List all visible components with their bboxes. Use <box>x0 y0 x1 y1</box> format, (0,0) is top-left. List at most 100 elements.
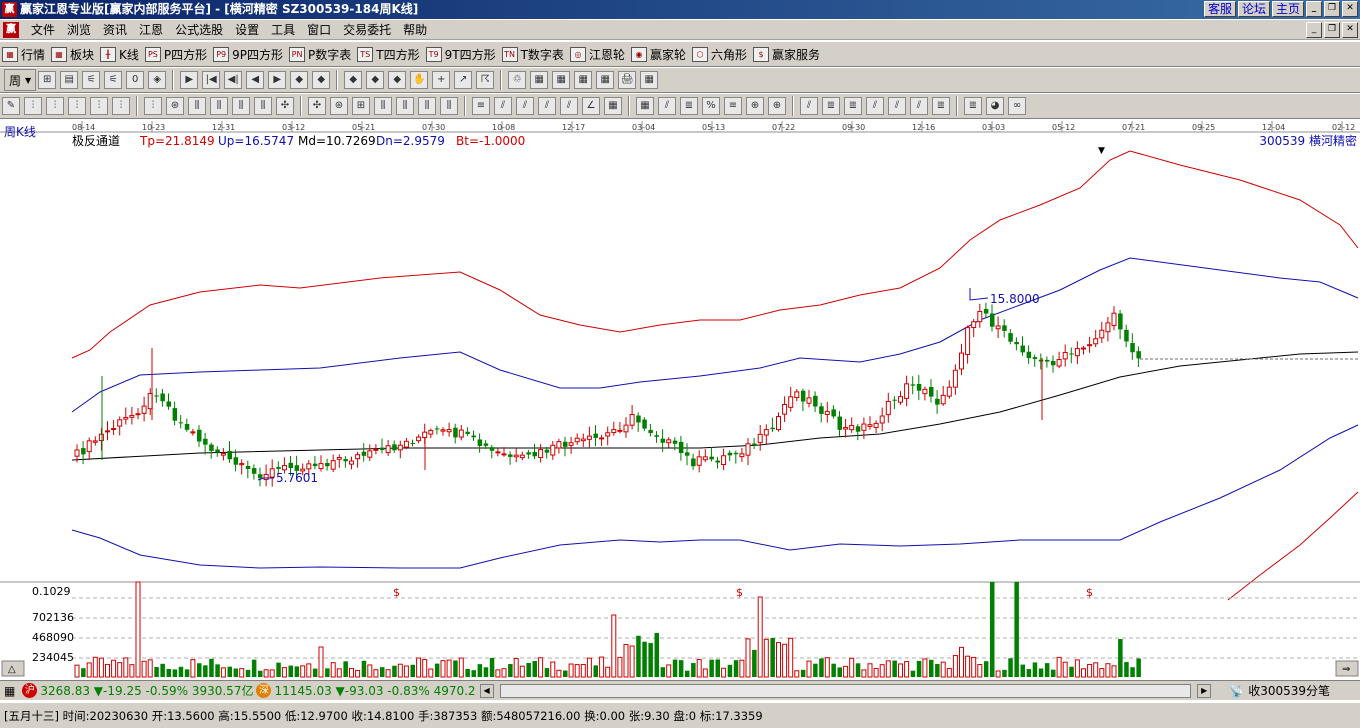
toolbar-item-7[interactable]: T9 9T四方形 <box>424 43 500 65</box>
toolbar2-tool-5-icon[interactable]: ◈ <box>148 71 167 89</box>
toolbar3-tool-2-icon[interactable]: ⫶ <box>46 97 64 115</box>
service-link[interactable]: 客服 <box>1203 1 1236 17</box>
toolbar-item-10[interactable]: ◉ 赢家轮 <box>629 43 690 65</box>
toolbar-item-6[interactable]: TS T四方形 <box>355 43 423 65</box>
toolbar3-tool-20-icon[interactable]: ≡ <box>472 97 490 115</box>
toolbar3-tool-33-icon[interactable]: ⊕ <box>768 97 786 115</box>
toolbar3-tool-9-icon[interactable]: ⫼ <box>210 97 228 115</box>
forum-link[interactable]: 论坛 <box>1237 1 1270 17</box>
toolbar2-tool-14-icon[interactable]: ◆ <box>366 71 385 89</box>
toolbar-item-5[interactable]: PN P数字表 <box>287 43 355 65</box>
toolbar2-tool-18-icon[interactable]: ↗ <box>454 71 473 89</box>
toolbar3-tool-1-icon[interactable]: ⫶ <box>24 97 42 115</box>
toolbar-item-11[interactable]: ⬡ 六角形 <box>690 43 751 65</box>
minimize-icon[interactable]: _ <box>1306 1 1322 17</box>
toolbar3-tool-35-icon[interactable]: ≣ <box>822 97 840 115</box>
toolbar3-tool-8-icon[interactable]: ⫼ <box>188 97 206 115</box>
home-link[interactable]: 主页 <box>1271 1 1304 17</box>
toolbar2-tool-16-icon[interactable]: ✋ <box>410 71 429 89</box>
toolbar3-tool-29-icon[interactable]: ≣ <box>680 97 698 115</box>
toolbar2-tool-15-icon[interactable]: ◆ <box>388 71 407 89</box>
toolbar3-tool-5-icon[interactable]: ⫶ <box>112 97 130 115</box>
toolbar2-tool-0-icon[interactable]: ⊞ <box>38 71 57 89</box>
toolbar3-tool-27-icon[interactable]: ▦ <box>636 97 654 115</box>
toolbar3-tool-28-icon[interactable]: ⫽ <box>658 97 676 115</box>
toolbar-item-3[interactable]: PS P四方形 <box>143 43 211 65</box>
toolbar3-tool-38-icon[interactable]: ⫽ <box>888 97 906 115</box>
toolbar2-tool-13-icon[interactable]: ◆ <box>344 71 363 89</box>
toolbar2-tool-26-icon[interactable]: ▦ <box>640 71 659 89</box>
toolbar3-tool-11-icon[interactable]: ⫼ <box>254 97 272 115</box>
toolbar3-tool-43-icon[interactable]: ∞ <box>1008 97 1026 115</box>
toolbar2-tool-19-icon[interactable]: ☈ <box>476 71 495 89</box>
toolbar3-tool-42-icon[interactable]: ◕ <box>986 97 1004 115</box>
toolbar-item-9[interactable]: ◎ 江恩轮 <box>568 43 629 65</box>
toolbar3-tool-4-icon[interactable]: ⫶ <box>90 97 108 115</box>
toolbar3-tool-19-icon[interactable]: ⫼ <box>440 97 458 115</box>
toolbar2-tool-25-icon[interactable]: 🖨 <box>618 71 637 89</box>
toolbar3-tool-37-icon[interactable]: ⫽ <box>866 97 884 115</box>
toolbar2-tool-12-icon[interactable]: ◆ <box>312 71 331 89</box>
toolbar3-tool-25-icon[interactable]: ∠ <box>582 97 600 115</box>
toolbar3-tool-10-icon[interactable]: ⫼ <box>232 97 250 115</box>
toolbar3-tool-36-icon[interactable]: ≣ <box>844 97 862 115</box>
toolbar3-tool-40-icon[interactable]: ≣ <box>932 97 950 115</box>
menu-formula[interactable]: 公式选股 <box>169 20 229 40</box>
toolbar3-tool-17-icon[interactable]: ⫼ <box>396 97 414 115</box>
toolbar2-tool-3-icon[interactable]: ⚟ <box>104 71 123 89</box>
toolbar-item-2[interactable]: ╫ K线 <box>98 43 143 65</box>
menu-file[interactable]: 文件 <box>25 20 61 40</box>
close-icon[interactable]: ✕ <box>1342 1 1358 17</box>
toolbar2-tool-9-icon[interactable]: ◀ <box>246 71 265 89</box>
toolbar2-tool-2-icon[interactable]: ⚟ <box>82 71 101 89</box>
toolbar2-tool-10-icon[interactable]: ▶ <box>268 71 287 89</box>
toolbar3-tool-13-icon[interactable]: ✣ <box>308 97 326 115</box>
toolbar3-tool-34-icon[interactable]: ⫽ <box>800 97 818 115</box>
menu-help[interactable]: 帮助 <box>397 20 433 40</box>
toolbar-item-4[interactable]: P9 9P四方形 <box>211 43 287 65</box>
toolbar3-tool-31-icon[interactable]: ≡ <box>724 97 742 115</box>
menu-logo-icon[interactable]: 赢 <box>3 21 19 38</box>
horizontal-scrollbar[interactable] <box>499 683 1192 698</box>
mdi-minimize-icon[interactable]: _ <box>1306 22 1322 38</box>
menu-browse[interactable]: 浏览 <box>61 20 97 40</box>
toolbar2-tool-1-icon[interactable]: ▤ <box>60 71 79 89</box>
toolbar3-tool-12-icon[interactable]: ✣ <box>276 97 294 115</box>
toolbar3-tool-32-icon[interactable]: ⊕ <box>746 97 764 115</box>
toolbar3-tool-23-icon[interactable]: ⫽ <box>538 97 556 115</box>
menu-window[interactable]: 窗口 <box>301 20 337 40</box>
toolbar2-tool-22-icon[interactable]: ▦ <box>552 71 571 89</box>
toolbar3-tool-39-icon[interactable]: ⫽ <box>910 97 928 115</box>
restore-icon[interactable]: ❐ <box>1324 1 1340 17</box>
toolbar3-tool-7-icon[interactable]: ⊛ <box>166 97 184 115</box>
toolbar3-tool-26-icon[interactable]: ▦ <box>604 97 622 115</box>
menu-tools[interactable]: 工具 <box>265 20 301 40</box>
scroll-left-icon[interactable]: ◀ <box>479 683 494 698</box>
toolbar3-tool-3-icon[interactable]: ⫶ <box>68 97 86 115</box>
toolbar3-tool-16-icon[interactable]: ⫼ <box>374 97 392 115</box>
toolbar2-tool-8-icon[interactable]: ◀| <box>224 71 243 89</box>
toolbar3-tool-18-icon[interactable]: ⫼ <box>418 97 436 115</box>
toolbar3-tool-21-icon[interactable]: ⫽ <box>494 97 512 115</box>
toolbar3-tool-6-icon[interactable]: ⫶ <box>144 97 162 115</box>
toolbar-item-1[interactable]: ▦ 板块 <box>49 43 98 65</box>
toolbar2-tool-17-icon[interactable]: + <box>432 71 451 89</box>
toolbar3-tool-15-icon[interactable]: ⊞ <box>352 97 370 115</box>
menu-gann[interactable]: 江恩 <box>133 20 169 40</box>
toolbar3-tool-14-icon[interactable]: ⊛ <box>330 97 348 115</box>
toolbar3-tool-24-icon[interactable]: ⫽ <box>560 97 578 115</box>
toolbar2-tool-6-icon[interactable]: ▶ <box>180 71 199 89</box>
toolbar2-tool-11-icon[interactable]: ◆ <box>290 71 309 89</box>
toolbar3-tool-30-icon[interactable]: % <box>702 97 720 115</box>
menu-info[interactable]: 资讯 <box>97 20 133 40</box>
toolbar2-tool-24-icon[interactable]: ▦ <box>596 71 615 89</box>
mdi-restore-icon[interactable]: ❐ <box>1324 22 1340 38</box>
toolbar-item-0[interactable]: ▦ 行情 <box>0 43 49 65</box>
kline-chart[interactable]: 08-14 10-23 12-31 03-12 05-21 07-30 10-08 12-17… <box>0 120 1360 680</box>
menu-settings[interactable]: 设置 <box>229 20 265 40</box>
toolbar3-tool-0-icon[interactable]: ✎ <box>2 97 20 115</box>
toolbar2-tool-23-icon[interactable]: ▦ <box>574 71 593 89</box>
toolbar-item-12[interactable]: $ 赢家服务 <box>751 43 824 65</box>
toolbar3-tool-22-icon[interactable]: ⫽ <box>516 97 534 115</box>
toolbar2-tool-7-icon[interactable]: |◀ <box>202 71 221 89</box>
